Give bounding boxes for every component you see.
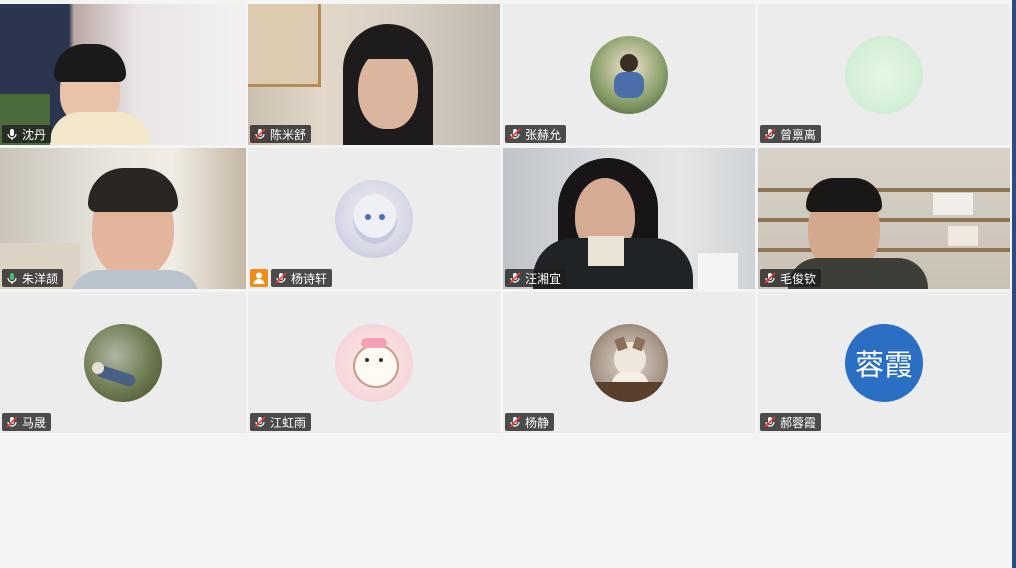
- mic-muted-icon: [764, 272, 776, 284]
- participant-name: 郝蓉霞: [780, 415, 817, 430]
- name-label: 杨诗轩: [271, 269, 333, 287]
- participant-name: 毛俊钦: [780, 271, 817, 286]
- mic-muted-icon: [254, 416, 266, 428]
- mic-muted-icon: [509, 272, 521, 284]
- participant-tile[interactable]: 汪湘宜: [503, 148, 755, 289]
- avatar: [590, 323, 668, 402]
- video-feed: [503, 148, 755, 289]
- mic-muted-icon: [764, 416, 776, 428]
- person-icon: [253, 272, 265, 284]
- participant-tile[interactable]: 蓉霞 郝蓉霞: [758, 292, 1010, 433]
- name-label: 江虹雨: [250, 413, 312, 431]
- mic-muted-icon: [275, 272, 287, 284]
- name-label: 曾禀离: [760, 125, 822, 143]
- participant-name: 朱洋颉: [22, 271, 59, 286]
- participant-name: 杨诗轩: [291, 271, 328, 286]
- participant-tile[interactable]: 马晟: [0, 292, 246, 433]
- name-label: 毛俊钦: [760, 269, 822, 287]
- avatar-initials: 蓉霞: [854, 347, 913, 382]
- name-label: 朱洋颉: [2, 269, 64, 287]
- name-label: 张赫允: [505, 125, 567, 143]
- participant-tile[interactable]: 杨静: [503, 292, 755, 433]
- participant-name: 杨静: [525, 415, 550, 430]
- participant-tile[interactable]: 江虹雨: [248, 292, 500, 433]
- name-label: 马晟: [2, 413, 52, 431]
- name-label: 汪湘宜: [505, 269, 567, 287]
- window-edge: [1012, 0, 1016, 568]
- avatar: [845, 35, 923, 114]
- avatar: [590, 35, 668, 114]
- mic-muted-icon: [764, 128, 776, 140]
- meeting-gallery: 沈丹 陈米舒 张赫允 曾禀离 朱洋颉 杨诗轩 汪湘宜 毛俊钦 马晟 江虹雨 杨静…: [0, 0, 1012, 568]
- participant-name: 张赫允: [525, 127, 562, 142]
- participant-name: 沈丹: [22, 127, 47, 142]
- participant-tile[interactable]: 杨诗轩: [248, 148, 500, 289]
- video-feed: [758, 148, 1010, 289]
- mic-muted-icon: [509, 416, 521, 428]
- mic-on-icon: [7, 129, 17, 140]
- mic-speaking-icon: [7, 273, 17, 284]
- name-label: 沈丹: [2, 125, 52, 143]
- participant-name: 江虹雨: [270, 415, 307, 430]
- name-label: 杨静: [505, 413, 555, 431]
- participant-tile[interactable]: 曾禀离: [758, 4, 1010, 145]
- avatar: [335, 179, 413, 258]
- mic-muted-icon: [509, 128, 521, 140]
- host-badge: [250, 269, 268, 287]
- participant-tile[interactable]: 陈米舒: [248, 4, 500, 145]
- participant-tile[interactable]: 张赫允: [503, 4, 755, 145]
- participant-name: 曾禀离: [780, 127, 817, 142]
- avatar: 蓉霞: [845, 323, 923, 402]
- participant-tile[interactable]: 朱洋颉: [0, 148, 246, 289]
- participant-tile[interactable]: 毛俊钦: [758, 148, 1010, 289]
- name-label: 郝蓉霞: [760, 413, 822, 431]
- name-label: 陈米舒: [250, 125, 312, 143]
- participant-name: 陈米舒: [270, 127, 307, 142]
- avatar: [335, 323, 413, 402]
- participant-tile[interactable]: 沈丹: [0, 4, 246, 145]
- mic-muted-icon: [254, 128, 266, 140]
- mic-muted-icon: [6, 416, 18, 428]
- participant-name: 汪湘宜: [525, 271, 562, 286]
- video-feed: [248, 4, 500, 145]
- video-feed: [0, 4, 246, 145]
- participant-name: 马晟: [22, 415, 47, 430]
- avatar: [84, 323, 162, 402]
- video-feed: [0, 148, 246, 289]
